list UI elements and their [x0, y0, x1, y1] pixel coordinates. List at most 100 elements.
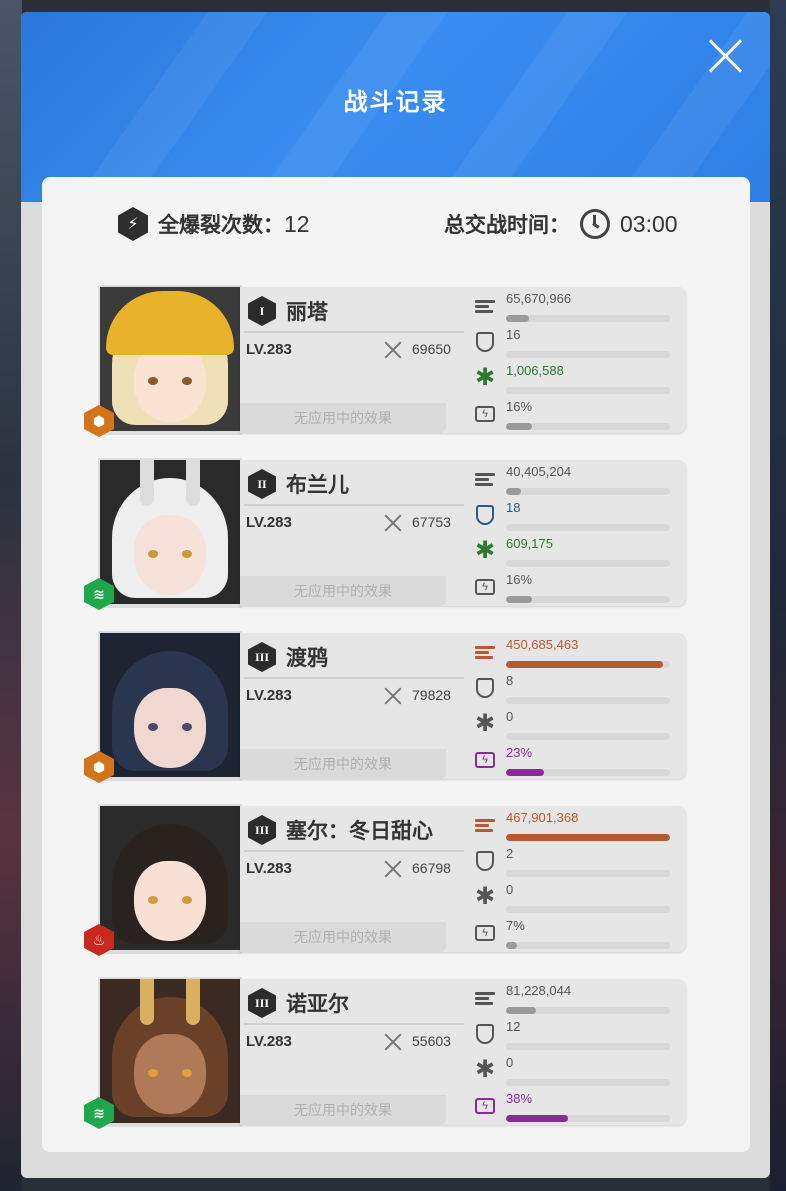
combat-power-icon: [382, 1031, 404, 1053]
effect-status: 无应用中的效果: [240, 749, 446, 779]
shield-value: 16: [506, 327, 521, 342]
background-right: [770, 0, 786, 1191]
damage-stat: 40,405,204: [474, 464, 670, 500]
damage-value: 40,405,204: [506, 464, 572, 479]
shield-icon: [474, 1023, 496, 1045]
rank-icon: II: [248, 469, 276, 499]
shield-icon: [474, 850, 496, 872]
shield-stat: 16: [474, 327, 670, 363]
shield-stat: 12: [474, 1019, 670, 1055]
combat-power-value: 55603: [412, 1033, 451, 1049]
combat-power-value: 66798: [412, 860, 451, 876]
close-icon[interactable]: [705, 36, 745, 76]
burst-count-value: 12: [284, 210, 310, 237]
burst-value: 16%: [506, 572, 533, 587]
character-info: III 渡鸦 LV.283 79828 无应用中的效果 450,685,463 …: [240, 633, 686, 779]
character-level: LV.283: [246, 1033, 292, 1050]
damage-stat: 81,228,044: [474, 983, 670, 1019]
shield-icon: [474, 504, 496, 526]
burst-value: 23%: [506, 745, 533, 760]
character-portrait[interactable]: [98, 285, 242, 435]
character-card[interactable]: ♨ III 塞尔：冬日甜心 LV.283 66798 无应用中的效果 467,9…: [84, 804, 688, 956]
burst-value: 38%: [506, 1091, 533, 1106]
burst-stat: ϟ 7%: [474, 918, 670, 954]
character-name: 丽塔: [286, 301, 328, 324]
burst-gauge-icon: ϟ: [474, 922, 496, 944]
character-card[interactable]: ⬢ III 渡鸦 LV.283 79828 无应用中的效果 450,685,46…: [84, 631, 688, 783]
damage-stat: 65,670,966: [474, 291, 670, 327]
combat-power-icon: [382, 685, 404, 707]
character-info: III 塞尔：冬日甜心 LV.283 66798 无应用中的效果 467,901…: [240, 806, 686, 952]
battle-time-value: 03:00: [620, 210, 678, 237]
damage-icon: [474, 295, 496, 317]
effect-status: 无应用中的效果: [240, 576, 446, 606]
shield-icon: [474, 677, 496, 699]
character-card[interactable]: ⬢ I 丽塔 LV.283 69650 无应用中的效果 65,670,966 1…: [84, 285, 688, 437]
damage-icon: [474, 987, 496, 1009]
clock-icon: [580, 209, 610, 239]
effect-status: 无应用中的效果: [240, 922, 446, 952]
burst-bolt-icon: ⚡: [118, 207, 148, 241]
burst-gauge-icon: ϟ: [474, 1095, 496, 1117]
character-portrait[interactable]: [98, 631, 242, 781]
rank-icon: III: [248, 642, 276, 672]
burst-stat: ϟ 16%: [474, 572, 670, 608]
rank-icon: III: [248, 988, 276, 1018]
heal-value: 0: [506, 709, 514, 724]
heal-value: 609,175: [506, 536, 553, 551]
heal-icon: ✱: [474, 710, 496, 737]
record-panel: ⚡ 全爆裂次数： 12 总交战时间： 03:00 ⬢ I 丽塔 LV.283 6…: [42, 177, 750, 1152]
character-card[interactable]: ≋ III 诺亚尔 LV.283 55603 无应用中的效果 81,228,04…: [84, 977, 688, 1129]
heal-value: 0: [506, 882, 514, 897]
character-info: III 诺亚尔 LV.283 55603 无应用中的效果 81,228,044 …: [240, 979, 686, 1125]
damage-icon: [474, 814, 496, 836]
character-portrait[interactable]: [98, 458, 242, 608]
heal-icon: ✱: [474, 537, 496, 564]
burst-gauge-icon: ϟ: [474, 403, 496, 425]
character-name: 塞尔：冬日甜心: [286, 820, 433, 843]
character-name: 布兰儿: [286, 474, 349, 497]
heal-stat: ✱ 0: [474, 709, 670, 745]
modal-header: 战斗记录: [21, 12, 770, 202]
combat-power-icon: [382, 339, 404, 361]
effect-status: 无应用中的效果: [240, 1095, 446, 1125]
shield-value: 18: [506, 500, 521, 515]
heal-value: 1,006,588: [506, 363, 564, 378]
shield-stat: 2: [474, 846, 670, 882]
character-portrait[interactable]: [98, 804, 242, 954]
shield-value: 2: [506, 846, 514, 861]
burst-stat: ϟ 23%: [474, 745, 670, 781]
character-card[interactable]: ≋ II 布兰儿 LV.283 67753 无应用中的效果 40,405,204…: [84, 458, 688, 610]
combat-power-value: 69650: [412, 341, 451, 357]
character-level: LV.283: [246, 514, 292, 531]
damage-value: 450,685,463: [506, 637, 579, 652]
heal-value: 0: [506, 1055, 514, 1070]
rank-icon: III: [248, 815, 276, 845]
damage-stat: 467,901,368: [474, 810, 670, 846]
heal-icon: ✱: [474, 364, 496, 391]
shield-stat: 18: [474, 500, 670, 536]
burst-value: 16%: [506, 399, 533, 414]
character-portrait[interactable]: [98, 977, 242, 1127]
heal-stat: ✱ 0: [474, 1055, 670, 1091]
damage-value: 81,228,044: [506, 983, 572, 998]
burst-value: 7%: [506, 918, 525, 933]
shield-icon: [474, 331, 496, 353]
shield-value: 8: [506, 673, 514, 688]
damage-icon: [474, 641, 496, 663]
combat-power-value: 79828: [412, 687, 451, 703]
heal-stat: ✱ 1,006,588: [474, 363, 670, 399]
shield-value: 12: [506, 1019, 521, 1034]
character-level: LV.283: [246, 687, 292, 704]
combat-power-icon: [382, 858, 404, 880]
character-name: 渡鸦: [286, 647, 328, 670]
heal-stat: ✱ 609,175: [474, 536, 670, 572]
character-level: LV.283: [246, 341, 292, 358]
damage-value: 65,670,966: [506, 291, 572, 306]
modal-title: 战斗记录: [343, 89, 448, 116]
burst-count-summary: ⚡ 全爆裂次数： 12: [118, 207, 310, 241]
damage-stat: 450,685,463: [474, 637, 670, 673]
rank-icon: I: [248, 296, 276, 326]
character-info: II 布兰儿 LV.283 67753 无应用中的效果 40,405,204 1…: [240, 460, 686, 606]
burst-gauge-icon: ϟ: [474, 749, 496, 771]
